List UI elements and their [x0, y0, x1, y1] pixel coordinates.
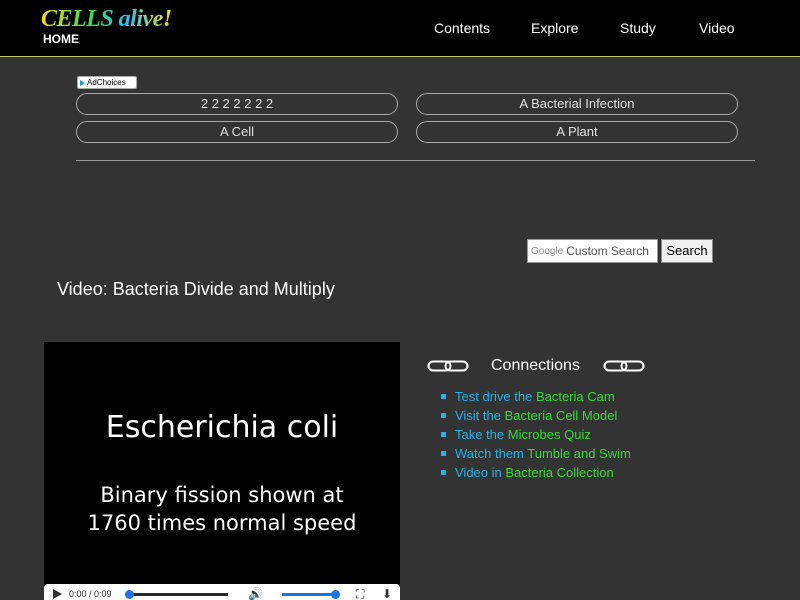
nav-contents[interactable]: Contents	[434, 20, 490, 36]
connection-text: Test drive the	[455, 389, 536, 404]
divider	[76, 160, 755, 161]
ad-link-button-4[interactable]: A Plant	[416, 121, 738, 143]
list-item: Test drive the Bacteria Cam	[440, 387, 631, 406]
link-bacteria-cam[interactable]: Bacteria Cam	[536, 389, 615, 404]
list-item: Watch them Tumble and Swim	[440, 444, 631, 463]
video-player[interactable]: Escherichia coli Binary fission shown at…	[44, 342, 400, 600]
adchoices-icon	[80, 79, 85, 86]
site-logo[interactable]: CELLS alive!	[41, 6, 172, 32]
home-link[interactable]: HOME	[43, 32, 79, 46]
bullet-icon	[441, 470, 446, 475]
top-navigation-bar: CELLS alive! HOME Contents Explore Study…	[0, 0, 800, 57]
page-title: Video: Bacteria Divide and Multiply	[57, 279, 335, 299]
link-bacteria-cell-model[interactable]: Bacteria Cell Model	[505, 408, 618, 423]
ad-link-button-2[interactable]: A Bacterial Infection	[416, 93, 738, 115]
video-time: 0:00 / 0:09	[69, 589, 112, 599]
connection-text: Take the	[455, 427, 508, 442]
chain-link-icon	[603, 360, 645, 372]
video-caption-line2: 1760 times normal speed	[87, 511, 357, 535]
download-icon[interactable]: ⬇	[382, 587, 392, 600]
connection-text: Visit the	[455, 408, 505, 423]
volume-icon[interactable]: 🔊	[248, 587, 263, 600]
connection-text: Video in	[455, 465, 506, 480]
bullet-icon	[441, 394, 446, 399]
list-item: Visit the Bacteria Cell Model	[440, 406, 631, 425]
nav-explore[interactable]: Explore	[531, 20, 578, 36]
google-brand-label: Google	[531, 245, 564, 257]
volume-thumb[interactable]	[331, 590, 340, 599]
link-microbes-quiz[interactable]: Microbes Quiz	[508, 427, 591, 442]
link-tumble-and-swim[interactable]: Tumble and Swim	[527, 446, 631, 461]
list-item: Take the Microbes Quiz	[440, 425, 631, 444]
video-title-text: Escherichia coli	[105, 410, 339, 445]
bullet-icon	[441, 413, 446, 418]
fullscreen-icon[interactable]: ⛶	[356, 587, 364, 600]
seek-thumb[interactable]	[125, 590, 134, 599]
nav-video[interactable]: Video	[699, 20, 735, 36]
list-item: Video in Bacteria Collection	[440, 463, 631, 482]
connections-title: Connections	[491, 357, 580, 374]
connections-list: Test drive the Bacteria Cam Visit the Ba…	[440, 387, 631, 482]
chain-link-icon	[427, 360, 469, 372]
search-input[interactable]: Google Custom Search	[527, 239, 658, 263]
seek-bar[interactable]	[128, 593, 228, 596]
link-bacteria-collection[interactable]: Bacteria Collection	[505, 465, 613, 480]
ad-link-button-3[interactable]: A Cell	[76, 121, 398, 143]
video-caption-line1: Binary fission shown at	[100, 483, 344, 507]
search-button[interactable]: Search	[661, 239, 713, 263]
ad-link-button-1[interactable]: 2 2 2 2 2 2 2	[76, 93, 398, 115]
play-icon[interactable]	[53, 589, 62, 599]
adchoices-label: AdChoices	[87, 78, 126, 87]
volume-slider[interactable]	[282, 593, 336, 596]
bullet-icon	[441, 451, 446, 456]
connection-text: Watch them	[455, 446, 528, 461]
bullet-icon	[441, 432, 446, 437]
video-controls: 0:00 / 0:09 🔊 ⛶ ⬇	[44, 584, 400, 600]
adchoices-badge[interactable]: AdChoices	[77, 76, 137, 89]
search-placeholder: Custom Search	[566, 244, 649, 258]
nav-study[interactable]: Study	[620, 20, 656, 36]
